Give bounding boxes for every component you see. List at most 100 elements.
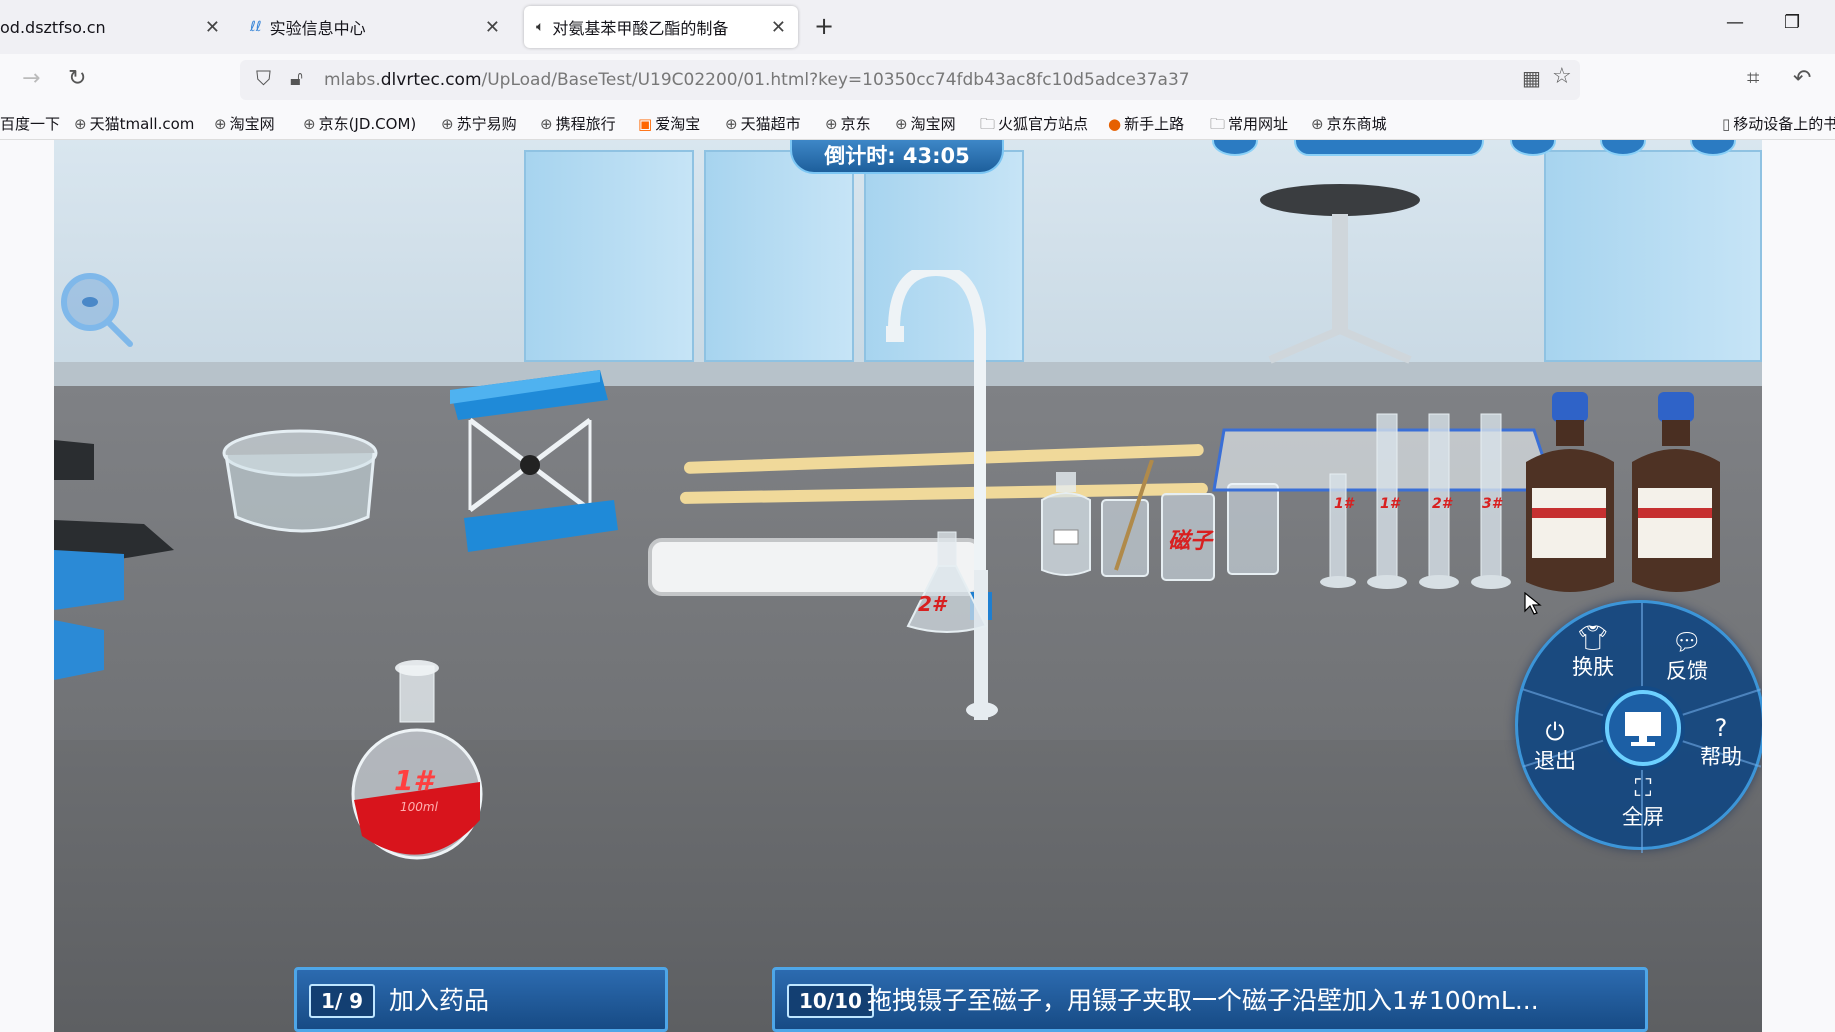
bookmark-item[interactable]: 🗀︎ 火狐官方站点 bbox=[980, 113, 1088, 139]
toolbar-button[interactable] bbox=[1294, 140, 1484, 156]
globe-icon: ⊕ bbox=[1311, 115, 1324, 133]
skin-label: 换肤 bbox=[1572, 655, 1614, 679]
star-icon[interactable]: ☆ bbox=[1552, 64, 1572, 89]
fullscreen-button[interactable]: ⛶ 全屏 bbox=[1608, 775, 1678, 831]
globe-icon: ⊕ bbox=[540, 115, 553, 133]
help-label: 帮助 bbox=[1700, 745, 1742, 769]
equipment-left-edge bbox=[54, 440, 174, 680]
zoom-magnifier-icon[interactable] bbox=[58, 272, 138, 352]
shield-icon[interactable]: ⛉ bbox=[256, 66, 271, 90]
tab-2[interactable]: ℓℓ 实验信息中心 ✕ bbox=[240, 6, 512, 48]
address-bar[interactable]: ⛉ 🔓︎ mlabs.dlvrtec.com/UpLoad/BaseTest/U… bbox=[240, 60, 1580, 100]
undo-icon[interactable]: ↶ bbox=[1793, 66, 1811, 91]
close-icon[interactable]: ✕ bbox=[205, 17, 220, 38]
url-domain: dlvrtec.com bbox=[380, 70, 482, 90]
brown-reagent-bottle-1[interactable] bbox=[1514, 392, 1624, 602]
tshirt-icon: 👕︎ bbox=[1577, 624, 1609, 652]
reload-icon[interactable]: ↻ bbox=[68, 66, 86, 91]
globe-icon: ⊕ bbox=[441, 115, 454, 133]
globe-icon: ⊕ bbox=[303, 115, 316, 133]
stage-title: 加入药品 bbox=[389, 986, 490, 1015]
stage-progress-bar: 1/ 9 加入药品 bbox=[294, 967, 668, 1032]
url-path: /UpLoad/BaseTest/U19C02200/01.html?key=1… bbox=[481, 70, 1190, 90]
flask-2-label: 2# bbox=[918, 592, 946, 616]
lab-scene-canvas[interactable]: 倒计时: 43:05 磁子 1# 1# 2# 3# 2# 1# 100ml 👕︎… bbox=[54, 140, 1762, 1032]
screenshot-icon[interactable]: ⌗ bbox=[1747, 66, 1759, 91]
globe-icon: ⊕ bbox=[825, 115, 838, 133]
lock-icon[interactable]: 🔓︎ bbox=[290, 66, 303, 90]
exit-button[interactable]: ⏻ 退出 bbox=[1520, 719, 1590, 775]
stir-bar-label: 磁子 bbox=[1168, 529, 1213, 554]
brown-reagent-bottle-2[interactable] bbox=[1620, 392, 1730, 602]
fullscreen-label: 全屏 bbox=[1622, 805, 1664, 829]
nav-bar: → ↻ ⛉ 🔓︎ mlabs.dlvrtec.com/UpLoad/BaseTe… bbox=[0, 54, 1835, 106]
bookmark-item[interactable]: ⊕ 京东(JD.COM) bbox=[303, 113, 416, 134]
help-button[interactable]: ? 帮助 bbox=[1686, 715, 1756, 771]
mobile-icon: ▯ bbox=[1722, 115, 1731, 133]
step-instruction-bar: 10/10 拖拽镊子至磁子，用镊子夹取一个磁子沿壁加入1#100mL... bbox=[772, 967, 1648, 1032]
globe-icon: ⊕ bbox=[725, 115, 738, 133]
wall-cabinet bbox=[524, 150, 694, 362]
folder-icon: 🗀︎ bbox=[980, 115, 996, 133]
qr-code-icon[interactable]: ▦ bbox=[1522, 66, 1541, 90]
reagent-bottle-small[interactable] bbox=[1036, 470, 1096, 580]
feedback-label: 反馈 bbox=[1666, 659, 1708, 683]
feedback-button[interactable]: 💬︎ 反馈 bbox=[1652, 629, 1722, 685]
cylinder-label: 2# bbox=[1432, 496, 1452, 512]
power-icon: ⏻ bbox=[1545, 718, 1565, 746]
url-prefix: mlabs. bbox=[324, 70, 381, 90]
bookmark-item[interactable]: ▯移动设备上的书签 bbox=[1722, 113, 1835, 134]
globe-icon: ⊕ bbox=[74, 115, 87, 133]
firefox-icon: ● bbox=[1108, 115, 1122, 133]
forward-icon[interactable]: → bbox=[22, 66, 40, 91]
minimize-button[interactable]: — bbox=[1726, 12, 1744, 33]
bookmark-item[interactable]: ⊕ 携程旅行 bbox=[540, 113, 616, 134]
chat-bubble-icon: 💬︎ bbox=[1671, 628, 1703, 656]
faucet bbox=[886, 270, 998, 720]
monitor-menu-button[interactable] bbox=[1605, 690, 1681, 766]
close-icon[interactable]: ✕ bbox=[771, 17, 786, 38]
exit-label: 退出 bbox=[1534, 749, 1576, 773]
bookmark-item[interactable]: ⊕ 天猫tmall.com bbox=[74, 113, 194, 134]
bookmark-item[interactable]: ⊕ 淘宝网 bbox=[895, 113, 956, 134]
wall-cabinet bbox=[1544, 150, 1762, 362]
flask-1-label: 1# bbox=[394, 764, 433, 797]
bookmark-item[interactable]: ⊕ 淘宝网 bbox=[214, 113, 275, 134]
erlenmeyer-flask-2[interactable] bbox=[902, 530, 992, 640]
folder-icon: 🗀︎ bbox=[1210, 115, 1226, 133]
wall-cabinet bbox=[704, 150, 854, 362]
lab-stool bbox=[1260, 184, 1420, 364]
tab-title: od.dsztfso.cn bbox=[0, 17, 106, 37]
tab-title: 实验信息中心 bbox=[269, 19, 366, 38]
globe-icon: ⊕ bbox=[895, 115, 908, 133]
step-instruction: 拖拽镊子至磁子，用镊子夹取一个磁子沿壁加入1#100mL... bbox=[867, 986, 1539, 1015]
bookmark-item[interactable]: ⊕ 苏宁易购 bbox=[441, 113, 517, 134]
flask-1-volume-label: 100ml bbox=[400, 800, 438, 814]
speaker-icon[interactable]: 🔈︎ bbox=[536, 19, 544, 35]
lab-jack[interactable] bbox=[440, 360, 630, 570]
bookmark-item[interactable]: ▣ 爱淘宝 bbox=[638, 113, 700, 134]
bookmark-item[interactable]: ⊕ 京东 bbox=[825, 113, 871, 134]
tab-3-active[interactable]: 🔈︎ 对氨基苯甲酸乙酯的制备 ✕ bbox=[524, 6, 798, 48]
fullscreen-icon: ⛶ bbox=[1634, 774, 1652, 802]
beaker-tweezers[interactable] bbox=[1096, 460, 1156, 580]
bookmark-item[interactable]: ⊕ 京东商城 bbox=[1311, 113, 1387, 134]
tab-strip: od.dsztfso.cn ✕ ℓℓ 实验信息中心 ✕ 🔈︎ 对氨基苯甲酸乙酯的… bbox=[0, 0, 1835, 54]
bookmark-item[interactable]: 百度一下 bbox=[0, 113, 60, 134]
taobao-icon: ▣ bbox=[638, 115, 653, 133]
close-icon[interactable]: ✕ bbox=[485, 17, 500, 38]
bookmark-item[interactable]: 🗀︎ 常用网址 bbox=[1210, 113, 1288, 139]
monitor-icon bbox=[1625, 712, 1661, 746]
restore-button[interactable]: ❐ bbox=[1784, 12, 1800, 33]
crystallizing-dish[interactable] bbox=[222, 425, 382, 545]
new-tab-button[interactable]: + bbox=[814, 12, 834, 40]
step-counter: 10/10 bbox=[787, 984, 874, 1018]
url-text[interactable]: mlabs.dlvrtec.com/UpLoad/BaseTest/U19C02… bbox=[324, 70, 1190, 90]
graduated-cylinder-1[interactable] bbox=[1318, 470, 1358, 590]
radial-menu: 👕︎ 换肤 💬︎ 反馈 ⏻ 退出 ? 帮助 ⛶ 全屏 bbox=[1515, 600, 1762, 853]
bookmark-item[interactable]: ⊕ 天猫超市 bbox=[725, 113, 801, 134]
skin-button[interactable]: 👕︎ 换肤 bbox=[1558, 625, 1628, 681]
tab-1[interactable]: od.dsztfso.cn ✕ bbox=[0, 6, 232, 48]
cylinder-label: 1# bbox=[1380, 496, 1400, 512]
bookmark-item[interactable]: ● 新手上路 bbox=[1108, 113, 1184, 134]
